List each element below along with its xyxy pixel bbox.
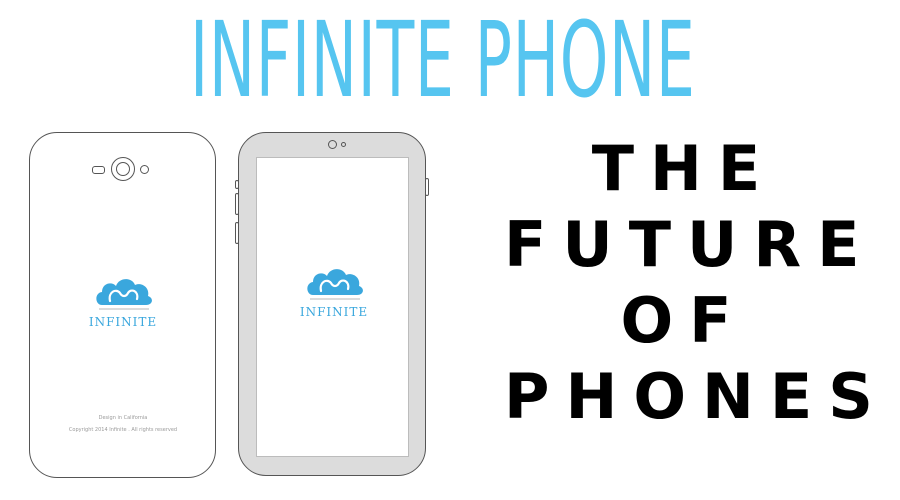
phone-front: INFINITE <box>238 132 426 476</box>
flash-icon <box>92 166 105 174</box>
phone-screen: INFINITE <box>256 157 409 457</box>
tagline-line-3: OF <box>620 284 748 357</box>
tagline-line-1: THE <box>591 132 777 205</box>
phone-back: INFINITE Design in California Copyright … <box>29 132 216 478</box>
logo-word: INFINITE <box>88 315 158 329</box>
cloud-icon <box>307 269 363 300</box>
cloud-icon <box>96 279 152 310</box>
copyright-note: Copyright 2014 Infinite . All rights res… <box>68 427 178 433</box>
tagline-line-4: PHONES <box>504 360 889 433</box>
tagline-line-2: FUTURE <box>504 208 876 281</box>
headline: INFINITE PHONE <box>190 0 696 121</box>
screen-logo-word: INFINITE <box>299 305 369 319</box>
sensor-icon <box>140 165 149 174</box>
proximity-sensor-icon <box>341 142 346 147</box>
camera-icon <box>111 157 135 181</box>
design-note: Design in California <box>98 415 148 421</box>
front-camera-icon <box>328 140 337 149</box>
